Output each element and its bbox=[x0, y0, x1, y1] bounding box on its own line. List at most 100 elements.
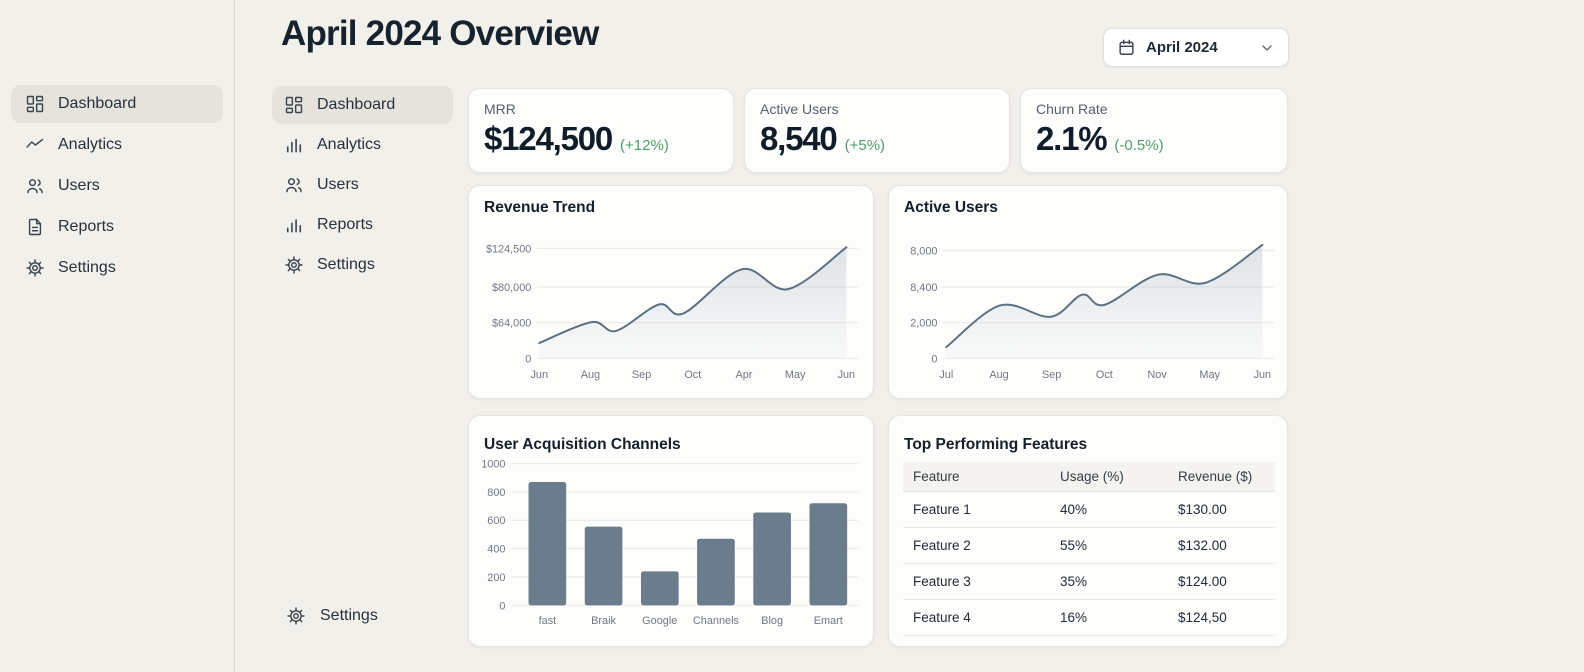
x-axis-label: Nov bbox=[1147, 369, 1167, 381]
table-header-row: Feature Usage (%) Revenue ($) bbox=[903, 462, 1275, 492]
table-row: Feature 1 40% $130.00 bbox=[903, 491, 1275, 528]
y-axis-label: 8,400 bbox=[910, 282, 937, 294]
revenue-cell: $124.00 bbox=[1177, 563, 1275, 600]
bar-channels bbox=[697, 538, 735, 606]
bar-blog bbox=[753, 512, 791, 606]
x-axis-label: May bbox=[1199, 369, 1220, 381]
y-axis-label: 200 bbox=[487, 572, 505, 584]
y-axis-label: 8,000 bbox=[910, 245, 937, 257]
sidebar-item-reports[interactable]: Reports bbox=[11, 208, 223, 246]
x-axis-label: Jul bbox=[939, 369, 953, 381]
sidebar-item-label: Settings bbox=[58, 259, 116, 276]
x-axis-label: Braik bbox=[591, 615, 616, 627]
kpi-label: Churn Rate bbox=[1036, 101, 1108, 117]
revenue-cell: $130.00 bbox=[1177, 491, 1275, 528]
nav2-item-label: Users bbox=[317, 176, 359, 193]
sidebar-item-settings[interactable]: Settings bbox=[11, 249, 223, 287]
x-axis-label: Google bbox=[642, 615, 677, 627]
page-title: April 2024 Overview bbox=[281, 14, 599, 53]
nav2-item-dashboard[interactable]: Dashboard bbox=[272, 86, 453, 124]
table-row: Feature 2 55% $132.00 bbox=[903, 527, 1275, 564]
kpi-card-mrr: MRR $124,500 (+12%) bbox=[468, 88, 734, 173]
sidebar-item-label: Reports bbox=[58, 218, 115, 235]
y-axis-label: 0 bbox=[499, 600, 505, 612]
table-row: Feature 4 16% $124,50 bbox=[903, 599, 1275, 636]
y-axis-label: $64,000 bbox=[492, 318, 531, 330]
nav2-bottom-settings[interactable]: Settings bbox=[286, 600, 378, 632]
sidebar-item-label: Analytics bbox=[58, 136, 123, 153]
nav2-item-analytics[interactable]: Analytics bbox=[272, 126, 453, 164]
sidebar-item-label: Users bbox=[58, 177, 100, 194]
calendar-icon bbox=[1117, 38, 1136, 57]
x-axis-label: Apr bbox=[736, 369, 753, 381]
x-axis-label: Sep bbox=[632, 369, 651, 381]
x-axis-label: Jun bbox=[1254, 369, 1272, 381]
y-axis-label: 0 bbox=[525, 353, 531, 365]
gear-icon bbox=[284, 255, 304, 275]
revenue-trend-chart: $124,500 $80,000 $64,000 0 Jun Aug Sep Oct Apr Ma… bbox=[486, 243, 859, 381]
nav2-item-users[interactable]: Users bbox=[272, 166, 453, 204]
x-axis-label: Channels bbox=[693, 615, 740, 627]
kpi-label: MRR bbox=[484, 101, 516, 117]
feature-name-cell: Feature 1 bbox=[903, 491, 1059, 528]
usage-cell: 55% bbox=[1059, 527, 1177, 564]
top-features-card: Top Performing Features Feature Usage (%… bbox=[888, 415, 1288, 647]
features-table: Feature Usage (%) Revenue ($) Feature 14… bbox=[903, 462, 1275, 636]
revenue-cell: $132.00 bbox=[1177, 527, 1275, 564]
date-selector-button[interactable]: April 2024 bbox=[1103, 28, 1289, 67]
usage-cell: 40% bbox=[1059, 491, 1177, 528]
table-title: Top Performing Features bbox=[904, 436, 1088, 453]
kpi-label: Active Users bbox=[760, 101, 839, 117]
kpi-change: (-0.5%) bbox=[1114, 137, 1164, 154]
feature-name-cell: Feature 4 bbox=[903, 599, 1059, 636]
bar-emart bbox=[809, 503, 848, 606]
y-axis-label: $80,000 bbox=[492, 282, 531, 294]
area-fill bbox=[946, 244, 1263, 359]
table-row: Feature 3 35% $124.00 bbox=[903, 563, 1275, 600]
x-axis-label: Oct bbox=[1096, 369, 1113, 381]
trend-line-icon bbox=[25, 135, 45, 155]
sidebar-item-dashboard[interactable]: Dashboard bbox=[11, 85, 223, 123]
nav2-item-label: Settings bbox=[317, 256, 375, 273]
nav2-item-settings[interactable]: Settings bbox=[272, 246, 453, 284]
date-selector-label: April 2024 bbox=[1146, 39, 1218, 56]
sidebar-item-analytics[interactable]: Analytics bbox=[11, 126, 223, 164]
users-icon bbox=[284, 175, 304, 195]
dashboard-icon bbox=[284, 95, 304, 115]
acquisition-channels-chart: 0 200 400 600 800 1000 fast Braik Google Channels… bbox=[481, 459, 859, 627]
feature-name-cell: Feature 2 bbox=[903, 527, 1059, 564]
x-axis-label: fast bbox=[539, 615, 557, 627]
feature-name-cell: Feature 3 bbox=[903, 563, 1059, 600]
y-axis-label: 1000 bbox=[481, 459, 505, 471]
y-axis-label: 0 bbox=[931, 353, 937, 365]
primary-sidebar: Dashboard Analytics Users Reports Settin… bbox=[0, 0, 235, 672]
x-axis-label: Oct bbox=[684, 369, 701, 381]
bar-braik bbox=[584, 526, 623, 606]
acquisition-channels-card: User Acquisition Channels 0 200 400 600 800 1… bbox=[468, 415, 874, 647]
bar-chart-icon bbox=[284, 135, 304, 155]
y-axis-label: 2,000 bbox=[910, 318, 937, 330]
bar-fast bbox=[528, 482, 567, 606]
x-axis-label: Jun bbox=[838, 369, 856, 381]
nav2-item-reports[interactable]: Reports bbox=[272, 206, 453, 244]
active-users-card: Active Users 8,000 8,400 2,000 0 Jul Aug Sep Oc… bbox=[888, 185, 1288, 399]
column-header-feature: Feature bbox=[903, 462, 1059, 492]
x-axis-label: Sep bbox=[1042, 369, 1061, 381]
x-axis-label: Aug bbox=[989, 369, 1008, 381]
usage-cell: 16% bbox=[1059, 599, 1177, 636]
bar-google bbox=[640, 571, 679, 606]
users-icon bbox=[25, 176, 45, 196]
x-axis-label: Emart bbox=[814, 615, 843, 627]
gear-icon bbox=[286, 606, 306, 626]
column-header-usage: Usage (%) bbox=[1059, 462, 1177, 492]
kpi-value: 8,540 bbox=[760, 120, 838, 157]
y-axis-label: 400 bbox=[487, 544, 505, 556]
nav2-bottom-settings-label: Settings bbox=[320, 607, 378, 624]
y-axis-label: $124,500 bbox=[486, 243, 531, 255]
gear-icon bbox=[25, 258, 45, 278]
bar-chart-icon bbox=[284, 215, 304, 235]
sidebar-item-users[interactable]: Users bbox=[11, 167, 223, 205]
y-axis-label: 600 bbox=[487, 515, 505, 527]
kpi-change: (+12%) bbox=[620, 137, 669, 154]
kpi-value: $124,500 bbox=[484, 120, 613, 157]
